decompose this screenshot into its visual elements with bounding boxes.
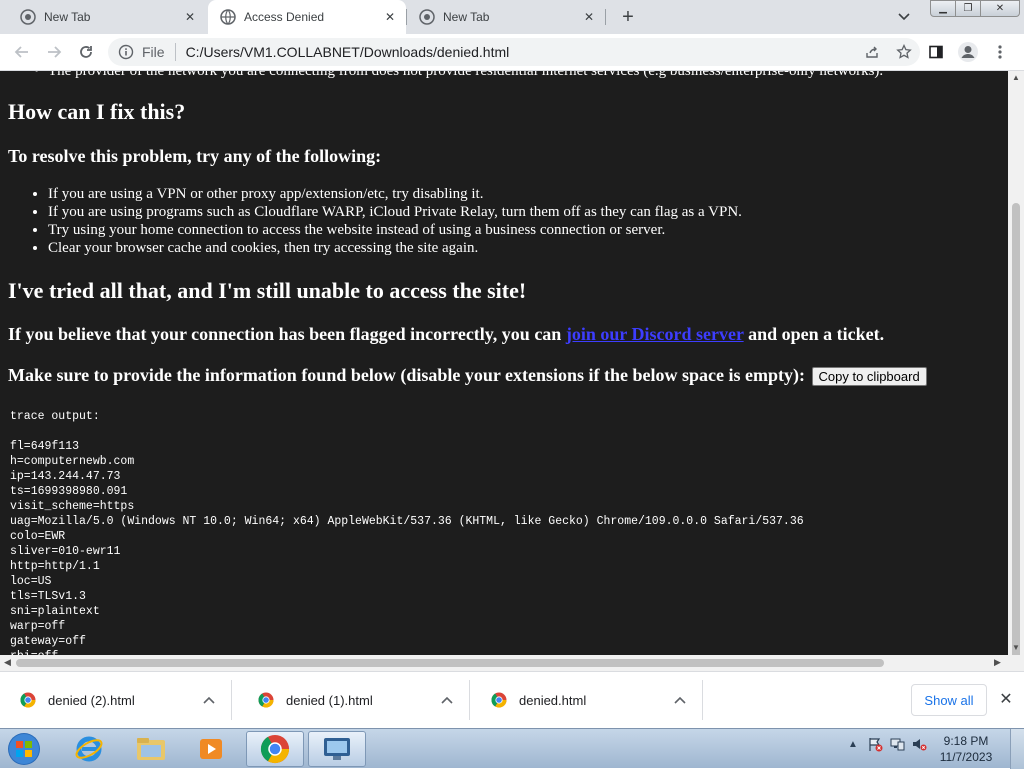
internet-explorer-icon[interactable] xyxy=(60,731,118,767)
volume-muted-icon[interactable] xyxy=(910,735,928,753)
new-tab-plus-icon[interactable]: + xyxy=(616,5,640,29)
tab-divider xyxy=(605,9,606,25)
profile-avatar-icon[interactable] xyxy=(952,38,984,66)
horizontal-scrollbar[interactable]: ◀ ▶ xyxy=(0,655,1024,671)
remote-desktop-icon[interactable] xyxy=(308,731,366,767)
flagged-text-before: If you believe that your connection has … xyxy=(8,324,566,344)
tab-access-denied[interactable]: Access Denied ✕ xyxy=(208,0,406,34)
file-scheme-label: File xyxy=(142,44,165,60)
chrome-globe-icon xyxy=(419,9,435,25)
windows-taskbar: ▲ 9:18 PM 11/7/2023 xyxy=(0,728,1024,769)
tab-strip: New Tab ✕ Access Denied ✕ New Tab ✕ + ▁ … xyxy=(0,0,1024,34)
tab-title: New Tab xyxy=(443,10,490,24)
resolve-intro: To resolve this problem, try any of the … xyxy=(8,146,382,166)
chevron-up-icon[interactable] xyxy=(203,693,215,707)
chevron-up-icon[interactable] xyxy=(674,693,686,707)
file-explorer-folder-icon[interactable] xyxy=(122,731,180,767)
provide-info-paragraph: Make sure to provide the information fou… xyxy=(8,365,927,387)
download-filename: denied (2).html xyxy=(48,692,135,708)
minimize-icon[interactable]: ▁ xyxy=(930,0,956,17)
clock-date: 11/7/2023 xyxy=(939,750,993,764)
side-panel-icon[interactable] xyxy=(920,38,952,66)
close-window-icon[interactable]: ✕ xyxy=(980,0,1020,17)
list-item: Clear your browser cache and cookies, th… xyxy=(48,239,742,257)
show-hidden-icons-arrow-icon[interactable]: ▲ xyxy=(844,735,862,753)
discord-link[interactable]: join our Discord server xyxy=(566,324,744,344)
download-item[interactable]: denied.html xyxy=(471,680,703,720)
vertical-scroll-thumb[interactable] xyxy=(1012,203,1020,663)
tab-search-chevron-icon[interactable] xyxy=(893,7,915,27)
scroll-right-arrow-icon[interactable]: ▶ xyxy=(994,657,1001,668)
page-viewport: The provider of the network you are conn… xyxy=(0,71,1008,655)
start-button-windows-orb-icon[interactable] xyxy=(4,730,44,768)
back-arrow-icon[interactable] xyxy=(8,38,36,66)
chrome-file-icon xyxy=(20,692,36,708)
chrome-file-icon xyxy=(491,692,507,708)
list-item: Try using your home connection to access… xyxy=(48,221,742,239)
download-item[interactable]: denied (1).html xyxy=(238,680,470,720)
tab-new-tab-1[interactable]: New Tab ✕ xyxy=(0,0,206,34)
chrome-globe-icon xyxy=(20,9,36,25)
download-item[interactable]: denied (2).html xyxy=(0,680,232,720)
trace-output[interactable]: trace output: fl=649f113 h=computernewb.… xyxy=(10,409,804,655)
flagged-text-after: and open a ticket. xyxy=(743,324,885,344)
copy-to-clipboard-button[interactable]: Copy to clipboard xyxy=(811,367,927,387)
cut-off-list-item: The provider of the network you are conn… xyxy=(34,71,883,80)
forward-arrow-icon[interactable] xyxy=(40,38,68,66)
scroll-left-arrow-icon[interactable]: ◀ xyxy=(4,657,11,668)
info-icon[interactable] xyxy=(118,44,134,60)
show-all-button[interactable]: Show all xyxy=(911,684,987,716)
flagged-paragraph: If you believe that your connection has … xyxy=(8,324,884,345)
show-desktop-button[interactable] xyxy=(1010,729,1024,769)
omnibox-divider xyxy=(174,43,176,61)
url-text[interactable]: C:/Users/VM1.COLLABNET/Downloads/denied.… xyxy=(186,44,510,60)
close-tab-icon[interactable]: ✕ xyxy=(182,9,198,25)
fix-list: If you are using a VPN or other proxy ap… xyxy=(48,185,742,257)
address-bar[interactable]: File C:/Users/VM1.COLLABNET/Downloads/de… xyxy=(108,38,920,66)
window-controls: ▁ ❐ ✕ xyxy=(930,0,1020,18)
reload-icon[interactable] xyxy=(72,38,100,66)
download-bar: denied (2).html denied (1).html denied.h… xyxy=(0,671,1024,728)
heading-still-unable: I've tried all that, and I'm still unabl… xyxy=(8,278,527,303)
list-item: If you are using programs such as Cloudf… xyxy=(48,203,742,221)
tab-title: Access Denied xyxy=(244,10,325,24)
share-icon[interactable] xyxy=(856,38,888,66)
download-filename: denied (1).html xyxy=(286,692,373,708)
scroll-down-arrow-icon[interactable]: ▼ xyxy=(1012,643,1020,652)
close-tab-icon[interactable]: ✕ xyxy=(382,9,398,25)
tab-new-tab-2[interactable]: New Tab ✕ xyxy=(407,0,605,34)
vertical-scrollbar[interactable]: ▲ ▼ xyxy=(1008,71,1024,663)
heading-how-to-fix: How can I fix this? xyxy=(8,99,186,124)
system-tray: ▲ xyxy=(842,735,930,753)
provide-info-text: Make sure to provide the information fou… xyxy=(8,365,806,385)
list-item: If you are using a VPN or other proxy ap… xyxy=(48,185,742,203)
restore-icon[interactable]: ❐ xyxy=(955,0,981,17)
action-center-flag-icon[interactable] xyxy=(866,735,884,753)
download-filename: denied.html xyxy=(519,692,587,708)
chevron-up-icon[interactable] xyxy=(441,693,453,707)
media-player-icon[interactable] xyxy=(182,731,240,767)
close-download-bar-icon[interactable]: ✕ xyxy=(997,690,1015,708)
toolbar-actions xyxy=(856,38,1016,66)
globe-icon xyxy=(220,9,236,25)
clock-time: 9:18 PM xyxy=(943,734,989,748)
network-icon[interactable] xyxy=(888,735,906,753)
tab-title: New Tab xyxy=(44,10,91,24)
menu-kebab-icon[interactable] xyxy=(984,38,1016,66)
bookmark-star-icon[interactable] xyxy=(888,38,920,66)
chrome-taskbar-icon[interactable] xyxy=(246,731,304,767)
close-tab-icon[interactable]: ✕ xyxy=(581,9,597,25)
taskbar-clock[interactable]: 9:18 PM 11/7/2023 xyxy=(936,733,996,765)
scroll-up-arrow-icon[interactable]: ▲ xyxy=(1012,73,1020,82)
horizontal-scroll-thumb[interactable] xyxy=(16,659,884,667)
browser-toolbar: File C:/Users/VM1.COLLABNET/Downloads/de… xyxy=(0,34,1024,71)
chrome-file-icon xyxy=(258,692,274,708)
